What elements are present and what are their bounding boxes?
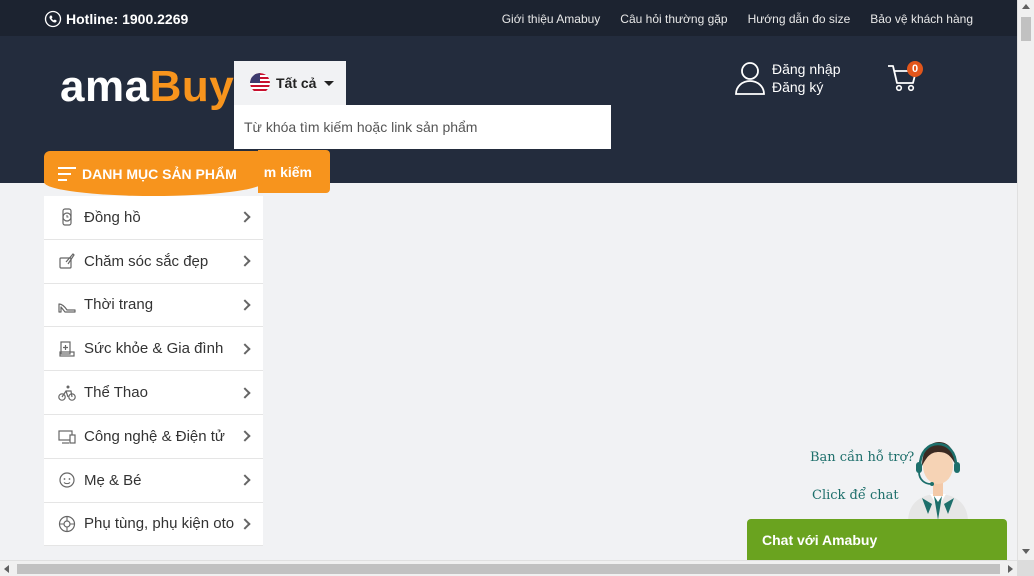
chevron-right-icon — [239, 430, 251, 443]
computer-icon — [58, 430, 76, 444]
menu-item-label: Sức khỏe & Gia đình — [84, 340, 224, 358]
chevron-right-icon — [239, 518, 251, 530]
menu-item-fashion[interactable]: Thời trang — [44, 284, 263, 328]
menu-item-watches[interactable]: Đồng hồ — [44, 196, 263, 240]
horizontal-scrollbar[interactable] — [0, 560, 1017, 576]
click-to-chat[interactable]: Click để chat — [812, 488, 899, 503]
chevron-right-icon — [239, 211, 251, 224]
vertical-scrollbar[interactable] — [1017, 0, 1034, 560]
register-link[interactable]: Đăng ký — [772, 79, 841, 95]
caret-down-icon — [324, 80, 335, 86]
link-faq[interactable]: Câu hỏi thường gặp — [620, 12, 727, 26]
link-customer-protection[interactable]: Bảo vệ khách hàng — [870, 12, 973, 26]
phone-icon — [44, 10, 62, 28]
chevron-right-icon — [239, 255, 251, 267]
scroll-right-icon[interactable] — [1008, 565, 1013, 573]
scroll-left-icon[interactable] — [4, 565, 9, 573]
top-links: Giới thiệu Amabuy Câu hỏi thường gặp Hướ… — [502, 12, 973, 26]
search-input[interactable] — [234, 105, 611, 149]
login-link[interactable]: Đăng nhập — [772, 61, 841, 77]
hotline-label: Hotline: — [66, 11, 119, 27]
cart-count-badge: 0 — [907, 61, 923, 77]
logo[interactable]: amaBuy — [60, 62, 234, 112]
wheel-icon — [58, 515, 76, 533]
menu-item-label: Đồng hồ — [84, 208, 141, 226]
watch-icon — [62, 208, 72, 226]
category-select[interactable]: Tất cả — [234, 61, 346, 105]
menu-item-health[interactable]: Sức khỏe & Gia đình — [44, 327, 263, 372]
link-size-guide[interactable]: Hướng dẫn đo size — [748, 12, 851, 26]
category-menu: Đồng hồ Chăm sóc sắc đẹp Thời trang Sức … — [44, 196, 263, 547]
health-icon — [59, 341, 75, 357]
scroll-thumb[interactable] — [17, 564, 1000, 574]
chevron-right-icon — [239, 343, 251, 355]
scroll-thumb[interactable] — [1021, 17, 1031, 41]
chevron-right-icon — [239, 474, 251, 486]
menu-item-mother-baby[interactable]: Mẹ & Bé — [44, 459, 263, 503]
menu-item-label: Mẹ & Bé — [84, 471, 142, 489]
top-bar: Hotline: 1900.2269 Giới thiệu Amabuy Câu… — [0, 0, 1017, 36]
user-icon[interactable] — [734, 60, 766, 96]
scroll-down-icon[interactable] — [1022, 549, 1030, 554]
us-flag-icon — [250, 73, 270, 93]
menu-item-label: Phụ tùng, phụ kiện oto — [84, 515, 235, 533]
category-selected: Tất cả — [276, 75, 317, 91]
menu-item-electronics[interactable]: Công nghệ & Điện tử — [44, 415, 263, 459]
cart-button[interactable]: 0 — [886, 60, 926, 96]
menu-item-beauty[interactable]: Chăm sóc sắc đẹp — [44, 240, 263, 284]
baby-icon — [59, 472, 75, 488]
logo-part1: ama — [60, 62, 150, 111]
category-menu-header[interactable]: DANH MỤC SẢN PHẨM — [44, 151, 263, 196]
menu-icon — [58, 166, 76, 181]
high-heel-icon — [58, 303, 76, 313]
chevron-right-icon — [239, 299, 251, 311]
logo-part2: Buy — [149, 62, 235, 111]
account: Đăng nhập Đăng ký — [734, 60, 841, 96]
chat-bar[interactable]: Chat với Amabuy — [747, 519, 1007, 560]
menu-item-label: Thể Thao — [84, 384, 148, 402]
link-about[interactable]: Giới thiệu Amabuy — [502, 12, 601, 26]
help-prompt[interactable]: Bạn cần hỗ trợ? — [810, 450, 914, 465]
category-menu-title: DANH MỤC SẢN PHẨM — [82, 165, 237, 182]
menu-item-sports[interactable]: Thể Thao — [44, 371, 263, 415]
menu-item-label: Công nghệ & Điện tử — [84, 427, 225, 445]
scroll-up-icon[interactable] — [1022, 4, 1030, 9]
scrollbar-corner — [1017, 560, 1034, 576]
hotline-number: 1900.2269 — [122, 11, 189, 27]
support-agent-icon[interactable] — [900, 432, 980, 522]
menu-item-label: Chăm sóc sắc đẹp — [84, 252, 209, 270]
hotline[interactable]: Hotline: 1900.2269 — [44, 10, 188, 28]
menu-item-auto-parts[interactable]: Phụ tùng, phụ kiện oto — [44, 503, 263, 547]
chevron-right-icon — [239, 386, 251, 399]
search-button[interactable]: m kiếm — [258, 150, 330, 193]
beauty-icon — [59, 253, 75, 269]
menu-item-label: Thời trang — [84, 296, 154, 314]
bicycle-icon — [58, 385, 76, 401]
